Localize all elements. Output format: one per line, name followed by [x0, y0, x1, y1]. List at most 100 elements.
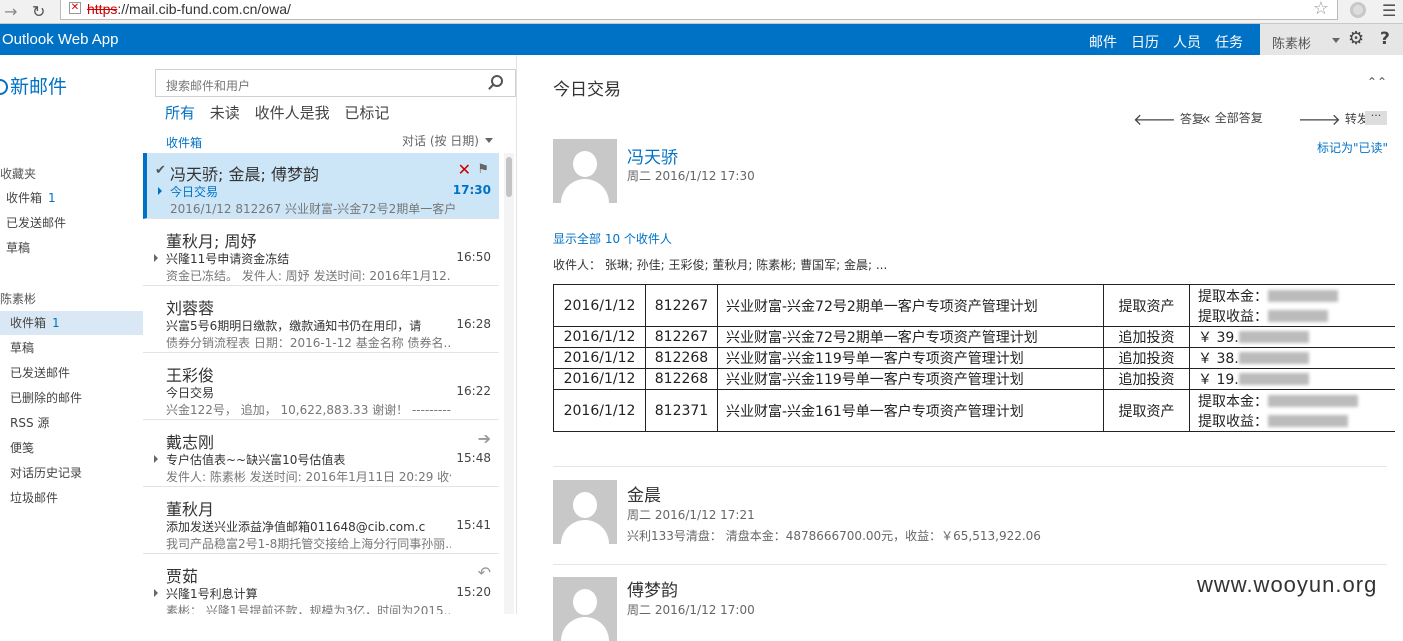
- table-row: 2016/1/12 812268 兴业财富-兴金119号单一客户专项资产管理计划…: [553, 368, 1395, 390]
- folder-deleted[interactable]: 已删除的邮件: [0, 386, 143, 410]
- expand-icon[interactable]: [158, 187, 162, 195]
- reply-all-button[interactable]: «全部答复: [1201, 109, 1263, 128]
- help-icon[interactable]: ?: [1380, 29, 1390, 49]
- sender-name[interactable]: 傅梦韵: [627, 576, 678, 601]
- reply-button[interactable]: 🡐 答复: [1133, 109, 1204, 129]
- folder-sent[interactable]: 已发送邮件: [0, 361, 143, 385]
- message-item[interactable]: 刘蓉蓉 兴富5号6期明日缴款，缴款通知书仍在用印，请 债券分销流程表 日期：20…: [143, 287, 499, 353]
- folder-notes[interactable]: 便笺: [0, 436, 143, 460]
- message-list-scrollbar[interactable]: [504, 153, 514, 614]
- trade-date: 2016/1/12: [553, 368, 646, 390]
- folder-drafts[interactable]: 草稿: [0, 336, 143, 360]
- filter-flagged[interactable]: 已标记: [344, 104, 389, 122]
- reply-icon: 🡐: [1133, 110, 1176, 129]
- trade-type: 追加投资: [1103, 326, 1190, 348]
- owa-header: Outlook Web App 邮件 日历 人员 任务 陈素彬 ⚙ ?: [0, 24, 1403, 61]
- table-row: 2016/1/12 812268 兴业财富-兴金119号单一客户专项资产管理计划…: [553, 347, 1395, 369]
- flag-icon[interactable]: ⚑: [477, 162, 489, 177]
- trade-detail: 提取本金： 提取收益：: [1189, 389, 1395, 432]
- message-divider: [553, 466, 1387, 467]
- scrollbar-thumb[interactable]: [506, 157, 512, 197]
- expand-icon[interactable]: [154, 455, 158, 463]
- trade-product: 兴业财富-兴金119号单一客户专项资产管理计划: [717, 368, 1104, 390]
- reload-icon[interactable]: ↻: [32, 2, 45, 21]
- nav-tasks[interactable]: 任务: [1215, 32, 1243, 52]
- more-actions-button[interactable]: ···: [1365, 110, 1387, 125]
- list-folder-name: 收件箱: [166, 136, 203, 150]
- reading-pane: 今日交易 ⌃⌃ 🡐 答复 «全部答复 🡒 转发 ··· 标记为"已读" 冯天骄 周二…: [516, 55, 1403, 641]
- folder-junk[interactable]: 垃圾邮件: [0, 486, 143, 510]
- filter-to-me[interactable]: 收件人是我: [255, 104, 330, 122]
- sent-date: 周二 2016/1/12 17:21: [627, 508, 755, 522]
- extension-icon[interactable]: [1350, 2, 1366, 18]
- sender-name[interactable]: 冯天骄: [627, 143, 678, 168]
- sort-dropdown[interactable]: 对话 (按 日期): [402, 132, 493, 149]
- new-mail-button[interactable]: 新邮件: [0, 72, 67, 99]
- trade-date: 2016/1/12: [553, 389, 646, 432]
- trade-detail: ￥ 39.: [1189, 326, 1395, 348]
- trade-code: 812268: [645, 368, 718, 390]
- replied-icon: ↶: [477, 563, 491, 582]
- gear-icon[interactable]: ⚙: [1348, 28, 1364, 49]
- trade-type: 追加投资: [1103, 347, 1190, 369]
- browser-menu-icon[interactable]: ☰: [1382, 1, 1396, 20]
- table-row: 2016/1/12 812267 兴业财富-兴金72号2期单一客户专项资产管理计…: [553, 326, 1395, 348]
- fav-sent[interactable]: 已发送邮件: [0, 211, 143, 235]
- trade-product: 兴业财富-兴金119号单一客户专项资产管理计划: [717, 347, 1104, 369]
- mark-as-read-link[interactable]: 标记为"已读": [1317, 139, 1388, 156]
- bookmark-star-icon[interactable]: ☆: [1313, 0, 1329, 19]
- back-arrow-icon[interactable]: →: [4, 2, 17, 21]
- conversation-title: 今日交易: [553, 80, 621, 100]
- check-icon[interactable]: ✔: [155, 163, 166, 178]
- message-time: 16:28: [456, 317, 491, 331]
- message-item[interactable]: 董秋月; 周妤 兴隆11号申请资金冻结 资金已冻结。 发件人: 周妤 发送时间:…: [143, 220, 499, 286]
- reply-all-icon: «: [1201, 109, 1211, 128]
- trade-date: 2016/1/12: [553, 284, 646, 327]
- message-preview: 兴利133号清盘： 清盘本金：4878666700.00元，收益：￥65,513…: [627, 529, 1041, 543]
- nav-people[interactable]: 人员: [1173, 32, 1201, 52]
- table-row: 2016/1/12 812371 兴业财富-兴金161号单一客户专项资产管理计划…: [553, 389, 1395, 432]
- expand-icon[interactable]: [154, 589, 158, 597]
- message-preview: 债券分销流程表 日期：2016-1-12 基金名称 债券名...: [166, 336, 451, 350]
- forward-button[interactable]: 🡒 转发: [1298, 109, 1369, 129]
- filter-unread[interactable]: 未读: [210, 104, 240, 122]
- account-heading: 陈素彬: [0, 292, 37, 306]
- message-list-pane: 搜索邮件和用户 所有 未读 收件人是我 已标记 收件箱 对话 (按 日期) ✔ …: [143, 55, 516, 614]
- folder-inbox[interactable]: 收件箱 1: [0, 311, 143, 335]
- nav-calendar[interactable]: 日历: [1131, 32, 1159, 52]
- message-sender: 董秋月; 周妤: [166, 232, 257, 251]
- nav-mail[interactable]: 邮件: [1089, 32, 1117, 61]
- fav-drafts[interactable]: 草稿: [0, 236, 143, 260]
- user-menu[interactable]: 陈素彬 ⚙ ?: [1260, 24, 1403, 55]
- show-all-recipients-link[interactable]: 显示全部 10 个收件人: [553, 230, 672, 247]
- message-item[interactable]: 戴志刚 专户估值表~~缺兴富10号估值表 发件人: 陈素彬 发送时间: 2016…: [143, 421, 499, 487]
- fav-inbox[interactable]: 收件箱 1: [0, 186, 143, 210]
- message-item[interactable]: ✔ 冯天骄; 金晨; 傅梦韵 今日交易 2016/1/12 812267 兴业财…: [143, 153, 499, 219]
- recipients-line: 收件人： 张琳; 孙佳; 王彩俊; 董秋月; 陈素彬; 曹国军; 金晨; ...: [553, 258, 888, 272]
- search-input[interactable]: 搜索邮件和用户: [155, 69, 516, 97]
- folder-conversation-history[interactable]: 对话历史记录: [0, 461, 143, 485]
- message-subject: 兴富5号6期明日缴款，缴款通知书仍在用印，请: [166, 319, 422, 333]
- message-preview: 资金已冻结。 发件人: 周妤 发送时间: 2016年1月12...: [166, 269, 451, 283]
- trade-table: 2016/1/12 812267 兴业财富-兴金72号2期单一客户专项资产管理计…: [553, 284, 1395, 432]
- delete-icon[interactable]: ✕: [458, 160, 471, 179]
- message-preview: 2016/1/12 812267 兴业财富-兴金72号2期单一客户...: [170, 202, 455, 216]
- message-item[interactable]: 董秋月 添加发送兴业添益净值邮箱011648@cib.com.cr 我司产品稳富…: [143, 488, 499, 554]
- message-sender: 贾茹: [166, 567, 199, 586]
- message-divider: [553, 564, 1387, 565]
- message-item[interactable]: 王彩俊 今日交易 兴金122号， 追加， 10,622,883.33 谢谢！ -…: [143, 354, 499, 420]
- message-item[interactable]: 贾茹 兴隆1号利息计算 素彬： 兴隆1号提前还款，规模为3亿，时间为2015..…: [143, 555, 499, 614]
- search-icon[interactable]: [491, 75, 503, 87]
- expand-icon[interactable]: [154, 254, 158, 262]
- message-subject: 添加发送兴业添益净值邮箱011648@cib.com.cr: [166, 520, 426, 534]
- trade-type: 提取资产: [1103, 284, 1190, 327]
- avatar: [553, 480, 617, 544]
- sender-name[interactable]: 金晨: [627, 481, 661, 506]
- message-list: ✔ 冯天骄; 金晨; 傅梦韵 今日交易 2016/1/12 812267 兴业财…: [143, 153, 499, 614]
- collapse-icon[interactable]: ⌃⌃: [1367, 75, 1387, 89]
- sent-date: 周二 2016/1/12 17:30: [627, 169, 755, 183]
- filter-all[interactable]: 所有: [165, 104, 195, 122]
- address-bar[interactable]: ✕ https://mail.cib-fund.com.cn/owa/ ☆: [60, 0, 1338, 20]
- avatar: [553, 139, 617, 203]
- folder-rss[interactable]: RSS 源: [0, 411, 143, 435]
